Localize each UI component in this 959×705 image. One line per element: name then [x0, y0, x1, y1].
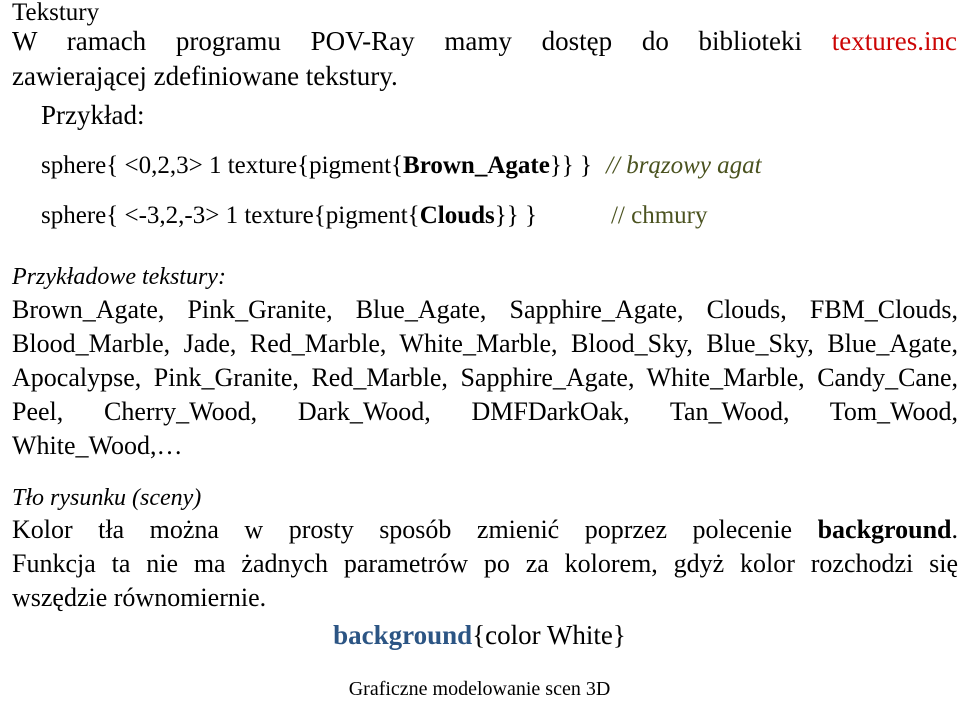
code-line-2-prefix: sphere{ <-3,2,-3> 1 texture{pigment{: [41, 202, 420, 229]
code-line-2-suffix: }} }: [494, 202, 537, 229]
code-line-1-texture-name: Brown_Agate: [403, 152, 550, 179]
code-line-2-texture-name: Clouds: [419, 202, 495, 229]
slide-footer: Graficzne modelowanie scen 3D: [348, 678, 611, 700]
textures-list-line: Apocalypse, Pink_Granite, Red_Marble, Sa…: [12, 363, 958, 392]
background-paragraph-line-1: Kolor tła można w prosty sposób zmienić …: [12, 513, 958, 547]
background-code-arguments: {color White}: [472, 620, 626, 650]
textures-list-heading: Przykładowe tekstury:: [12, 264, 226, 290]
textures-list-line: Brown_Agate, Pink_Granite, Blue_Agate, S…: [12, 295, 958, 324]
code-line-1-prefix: sphere{ <0,2,3> 1 texture{pigment{: [41, 152, 404, 179]
background-paragraph-line-2: Funkcja ta nie ma żadnych parametrów po …: [12, 549, 958, 578]
code-line-1: sphere{ <0,2,3> 1 texture{pigment{Brown_…: [41, 150, 762, 182]
code-line-2-comment: // chmury: [610, 202, 708, 229]
background-paragraph-line-1-text: Kolor tła można w prosty sposób zmienić …: [12, 515, 793, 544]
background-section-heading: Tło rysunku (sceny): [12, 485, 202, 511]
intro-line-1-text: W ramach programu POV-Ray mamy dostęp do…: [12, 26, 803, 56]
background-code-snippet: background{color White}: [0, 618, 959, 652]
textures-inc-filename: textures.inc: [831, 26, 957, 56]
background-keyword-inline: background: [817, 515, 952, 544]
background-paragraph-line-1-period: .: [951, 515, 959, 544]
example-label: Przykład:: [41, 100, 145, 130]
slide-canvas: Tekstury W ramach programu POV-Ray mamy …: [0, 0, 959, 705]
textures-list-line: White_Wood,…: [12, 431, 183, 460]
code-line-1-comment: // brązowy agat: [606, 152, 762, 179]
textures-list: Brown_Agate, Pink_Granite, Blue_Agate, S…: [12, 293, 958, 463]
textures-list-line: Blood_Marble, Jade, Red_Marble, White_Ma…: [12, 329, 958, 358]
textures-list-line: Peel, Cherry_Wood, Dark_Wood, DMFDarkOak…: [12, 397, 958, 426]
intro-paragraph: W ramach programu POV-Ray mamy dostęp do…: [12, 24, 957, 94]
background-paragraph-line-3: wszędzie równomiernie.: [12, 583, 267, 612]
background-code-keyword: background: [333, 620, 473, 650]
intro-line-2: zawierającej zdefiniowane tekstury.: [12, 61, 398, 91]
code-line-1-suffix: }} }: [549, 152, 593, 179]
intro-line-1: W ramach programu POV-Ray mamy dostęp do…: [12, 24, 957, 59]
background-paragraph: Kolor tła można w prosty sposób zmienić …: [12, 513, 958, 615]
code-line-2: sphere{ <-3,2,-3> 1 texture{pigment{Clou…: [41, 200, 708, 232]
